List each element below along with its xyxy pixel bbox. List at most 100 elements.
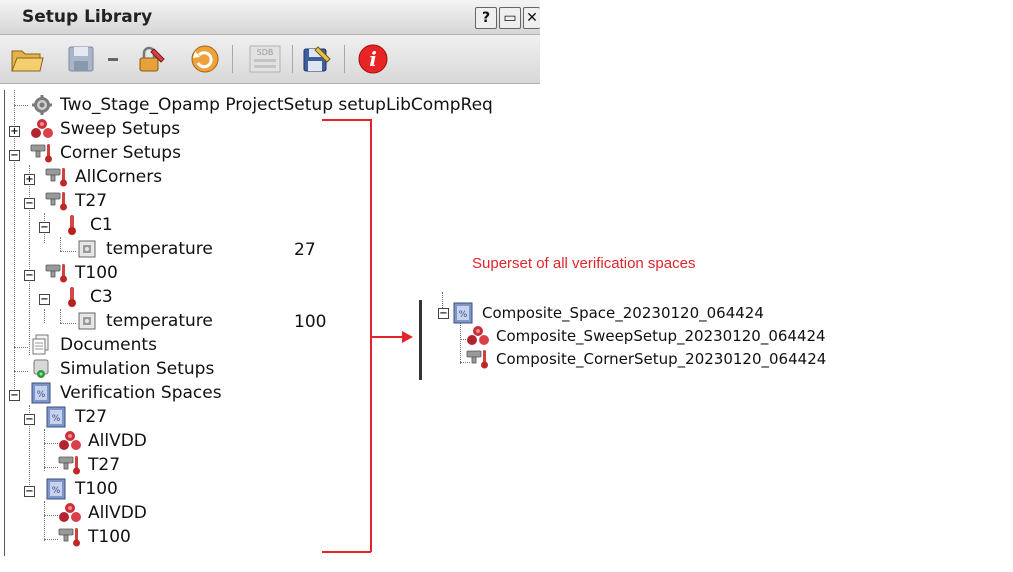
corner-setups-expander[interactable]: − [9, 150, 20, 161]
vs-t27-expander[interactable]: − [24, 414, 35, 425]
sweep-icon [58, 430, 82, 452]
bracket-bottom [322, 551, 371, 553]
close-button[interactable]: ✕ [523, 7, 540, 29]
tree-item-vs-t100-allvdd[interactable]: AllVDD [58, 502, 147, 524]
composite-sweep-label: Composite_SweepSetup_20230120_064424 [496, 327, 826, 345]
toolbar-separator [292, 45, 293, 73]
t100-label: T100 [88, 527, 131, 547]
tree-item-temperature-c3[interactable]: temperature [76, 310, 213, 332]
corner-icon [58, 526, 82, 548]
allvdd-label: AllVDD [88, 503, 147, 523]
save-edit-icon[interactable] [300, 43, 334, 75]
composite-corner-item[interactable]: Composite_CornerSetup_20230120_064424 [466, 348, 826, 370]
t27-expander[interactable]: − [24, 198, 35, 209]
undo-icon[interactable] [188, 43, 222, 75]
parameter-icon [76, 310, 100, 332]
toolbar-separator [344, 45, 345, 73]
c1-expander[interactable]: − [39, 222, 50, 233]
temperature-label: temperature [106, 239, 213, 259]
tree-item-vs-t27-allvdd[interactable]: AllVDD [58, 430, 147, 452]
sdb-icon[interactable]: SDB [244, 43, 284, 75]
sweep-icon [58, 502, 82, 524]
corner-icon [58, 454, 82, 476]
panel-title: Setup Library [22, 7, 153, 27]
temperature-value: 100 [294, 312, 327, 332]
corner-icon [45, 166, 69, 188]
tree-item-vs-t27-t27[interactable]: T27 [58, 454, 120, 476]
corner-icon [466, 348, 490, 370]
allcorners-expander[interactable]: + [24, 174, 35, 185]
svg-text:i: i [369, 47, 377, 71]
corner-icon [45, 190, 69, 212]
vs-t100-label: T100 [75, 479, 118, 499]
composite-space-label: Composite_Space_20230120_064424 [482, 304, 764, 322]
verification-space-icon [45, 406, 69, 428]
c3-label: C3 [90, 287, 113, 307]
temperature-label: temperature [106, 311, 213, 331]
annotation-text: Superset of all verification spaces [472, 255, 696, 272]
vs-t27-label: T27 [75, 407, 108, 427]
corner-setups-label: Corner Setups [60, 143, 181, 163]
info-icon[interactable]: i [356, 43, 390, 75]
tree-item-sweep-setups[interactable]: Sweep Setups [30, 118, 180, 140]
verification-spaces-expander[interactable]: − [9, 390, 20, 401]
tree-item-simulation-setups[interactable]: Simulation Setups [30, 358, 214, 380]
parameter-icon [76, 238, 100, 260]
documents-label: Documents [60, 335, 157, 355]
tree-item-t27[interactable]: T27 [45, 190, 107, 212]
composite-space-expander[interactable]: − [438, 308, 449, 319]
simulation-setups-label: Simulation Setups [60, 359, 215, 379]
open-folder-icon[interactable] [10, 43, 44, 75]
tree-item-vs-t27[interactable]: T27 [45, 406, 107, 428]
tree-item-t100[interactable]: T100 [45, 262, 118, 284]
verification-spaces-label: Verification Spaces [60, 383, 222, 403]
tree-item-vs-t100[interactable]: T100 [45, 478, 118, 500]
corner-icon [45, 262, 69, 284]
t100-expander[interactable]: − [24, 270, 35, 281]
sweep-icon [466, 325, 490, 347]
tree-item-c1[interactable]: C1 [60, 214, 113, 236]
setup-library-panel: Setup Library ? ▭ ✕ SDB i + − + − − − − … [0, 0, 540, 572]
bracket-top [322, 119, 371, 121]
lock-edit-icon[interactable] [134, 43, 168, 75]
tree-item-allcorners[interactable]: AllCorners [45, 166, 162, 188]
c3-expander[interactable]: − [39, 294, 50, 305]
simulation-icon [30, 358, 54, 380]
minus-icon[interactable] [104, 43, 124, 75]
temperature-value: 27 [294, 240, 316, 260]
allvdd-label: AllVDD [88, 431, 147, 451]
tree-item-c3[interactable]: C3 [60, 286, 113, 308]
tree-item-vs-t100-t100[interactable]: T100 [58, 526, 131, 548]
panel-title-bar: Setup Library ? ▭ ✕ [0, 0, 540, 35]
verification-space-icon [452, 302, 476, 324]
thermometer-icon [60, 214, 84, 236]
toolbar-separator [232, 45, 233, 73]
gear-icon [30, 94, 54, 116]
corner-icon [30, 142, 54, 164]
sweep-setups-expander[interactable]: + [9, 126, 20, 137]
toolbar: SDB i [0, 35, 540, 84]
root-label: Two_Stage_Opamp ProjectSetup setupLibCom… [60, 95, 493, 115]
composite-space-item[interactable]: Composite_Space_20230120_064424 [452, 302, 764, 324]
composite-tree: − Composite_Space_20230120_064424 Compos… [412, 292, 852, 382]
tree-root[interactable]: Two_Stage_Opamp ProjectSetup setupLibCom… [30, 94, 493, 116]
vs-t100-expander[interactable]: − [24, 486, 35, 497]
t27-label: T27 [75, 191, 108, 211]
t100-label: T100 [75, 263, 118, 283]
composite-tree-border [419, 300, 422, 380]
float-button[interactable]: ▭ [499, 7, 521, 29]
c1-label: C1 [90, 215, 113, 235]
allcorners-label: AllCorners [75, 167, 163, 187]
save-icon[interactable] [64, 43, 98, 75]
composite-sweep-item[interactable]: Composite_SweepSetup_20230120_064424 [466, 325, 826, 347]
documents-icon [30, 334, 54, 356]
help-button[interactable]: ? [475, 7, 497, 29]
verification-space-icon [45, 478, 69, 500]
tree-item-corner-setups[interactable]: Corner Setups [30, 142, 181, 164]
tree-item-temperature-c1[interactable]: temperature [76, 238, 213, 260]
tree-item-documents[interactable]: Documents [30, 334, 157, 356]
t27-label: T27 [88, 455, 121, 475]
composite-corner-label: Composite_CornerSetup_20230120_064424 [496, 350, 827, 368]
tree-item-verification-spaces[interactable]: Verification Spaces [30, 382, 222, 404]
thermometer-icon [60, 286, 84, 308]
